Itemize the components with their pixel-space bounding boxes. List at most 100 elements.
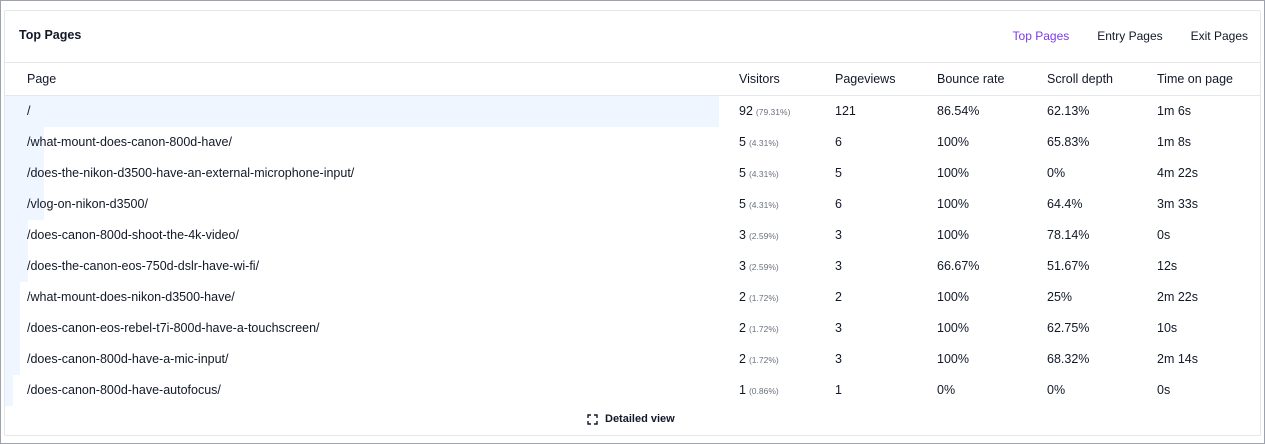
visitors-count: 92 — [739, 104, 753, 118]
visitors-cell: 2 (1.72%) — [739, 321, 779, 335]
bounce-rate-cell: 0% — [937, 383, 956, 397]
visitors-cell: 5 (4.31%) — [739, 166, 779, 180]
column-header-time-on-page[interactable]: Time on page — [1157, 72, 1233, 86]
visitors-cell: 2 (1.72%) — [739, 290, 779, 304]
panel-header: Top Pages Top Pages Entry Pages Exit Pag… — [5, 11, 1260, 63]
visitors-cell: 1 (0.86%) — [739, 383, 779, 397]
pageviews-cell: 3 — [835, 259, 842, 273]
bounce-rate-cell: 100% — [937, 135, 969, 149]
detailed-view-label: Detailed view — [605, 413, 675, 425]
scroll-depth-cell: 0% — [1047, 383, 1066, 397]
scroll-depth-cell: 62.13% — [1047, 104, 1090, 118]
visitors-count: 5 — [739, 197, 746, 211]
page-link[interactable]: / — [27, 104, 30, 118]
visitors-count: 2 — [739, 290, 746, 304]
tab-entry-pages[interactable]: Entry Pages — [1097, 29, 1162, 43]
bounce-rate-cell: 100% — [937, 228, 969, 242]
bounce-rate-cell: 100% — [937, 321, 969, 335]
visitors-percent: (0.86%) — [748, 386, 779, 396]
detailed-view-button[interactable]: Detailed view — [587, 413, 675, 425]
pageviews-cell: 5 — [835, 166, 842, 180]
table-row[interactable]: / 92 (79.31%) 121 86.54% 62.13% 1m 6s — [5, 96, 1260, 127]
time-on-page-cell: 0s — [1157, 383, 1171, 397]
visitors-percent: (4.31%) — [748, 138, 779, 148]
panel-title: Top Pages — [19, 28, 82, 42]
page-link[interactable]: /does-canon-800d-shoot-the-4k-video/ — [27, 228, 239, 242]
page-link[interactable]: /does-canon-800d-have-a-mic-input/ — [27, 352, 229, 366]
pageviews-cell: 6 — [835, 135, 842, 149]
bounce-rate-cell: 66.67% — [937, 259, 980, 273]
expand-icon — [587, 413, 598, 425]
visitors-cell: 92 (79.31%) — [739, 104, 790, 118]
visitor-share-bar — [5, 251, 28, 282]
column-header-scroll-depth[interactable]: Scroll depth — [1047, 72, 1113, 86]
column-header-pageviews[interactable]: Pageviews — [835, 72, 895, 86]
column-header-visitors[interactable]: Visitors — [739, 72, 780, 86]
pageviews-cell: 6 — [835, 197, 842, 211]
pageviews-cell: 1 — [835, 383, 842, 397]
page-link[interactable]: /what-mount-does-nikon-d3500-have/ — [27, 290, 235, 304]
visitors-percent: (1.72%) — [748, 324, 779, 334]
scroll-depth-cell: 0% — [1047, 166, 1066, 180]
visitors-percent: (2.59%) — [748, 262, 779, 272]
time-on-page-cell: 4m 22s — [1157, 166, 1198, 180]
bounce-rate-cell: 86.54% — [937, 104, 980, 118]
table-row[interactable]: /what-mount-does-canon-800d-have/5 (4.31%… — [5, 127, 1260, 158]
scroll-depth-cell: 51.67% — [1047, 259, 1090, 273]
visitors-percent: (4.31%) — [748, 169, 779, 179]
time-on-page-cell: 0s — [1157, 228, 1171, 242]
visitors-cell: 5 (4.31%) — [739, 135, 779, 149]
table-row[interactable]: /does-canon-eos-rebel-t7i-800d-have-a-to… — [5, 313, 1260, 344]
top-pages-panel: Top Pages Top Pages Entry Pages Exit Pag… — [4, 10, 1261, 436]
visitors-percent: (2.59%) — [748, 231, 779, 241]
visitors-count: 3 — [739, 259, 746, 273]
time-on-page-cell: 3m 33s — [1157, 197, 1198, 211]
visitors-cell: 5 (4.31%) — [739, 197, 779, 211]
time-on-page-cell: 2m 14s — [1157, 352, 1198, 366]
table-row[interactable]: /does-canon-800d-have-autofocus/1 (0.86%)… — [5, 375, 1260, 406]
visitors-cell: 2 (1.72%) — [739, 352, 779, 366]
visitors-count: 1 — [739, 383, 746, 397]
table-body: /92 (79.31%) 121 86.54% 62.13% 1m 6s/what-mou… — [5, 96, 1260, 406]
tab-top-pages[interactable]: Top Pages — [1013, 29, 1070, 43]
visitor-share-bar — [5, 344, 20, 375]
pageviews-cell: 121 — [835, 104, 856, 118]
page-link[interactable]: /what-mount-does-canon-800d-have/ — [27, 135, 232, 149]
visitor-share-bar — [5, 313, 20, 344]
time-on-page-cell: 1m 6s — [1157, 104, 1192, 118]
page-link[interactable]: /does-canon-eos-rebel-t7i-800d-have-a-to… — [27, 321, 320, 335]
visitor-share-bar — [5, 96, 719, 127]
column-header-bounce-rate[interactable]: Bounce rate — [937, 72, 1004, 86]
table-row[interactable]: /vlog-on-nikon-d3500/5 (4.31%) 6 100% 64.4% 3… — [5, 189, 1260, 220]
scroll-depth-cell: 68.32% — [1047, 352, 1090, 366]
tab-exit-pages[interactable]: Exit Pages — [1191, 29, 1248, 43]
page-link[interactable]: /does-the-canon-eos-750d-dslr-have-wi-fi… — [27, 259, 259, 273]
table-row[interactable]: /does-the-canon-eos-750d-dslr-have-wi-fi… — [5, 251, 1260, 282]
time-on-page-cell: 12s — [1157, 259, 1178, 273]
bounce-rate-cell: 100% — [937, 166, 969, 180]
scroll-depth-cell: 25% — [1047, 290, 1073, 304]
table-row[interactable]: /does-canon-800d-shoot-the-4k-video/3 (2.… — [5, 220, 1260, 251]
page-link[interactable]: /does-the-nikon-d3500-have-an-external-m… — [27, 166, 354, 180]
table-row[interactable]: /does-the-nikon-d3500-have-an-external-m… — [5, 158, 1260, 189]
column-header-page[interactable]: Page — [27, 72, 56, 86]
panel-tabs: Top Pages Entry Pages Exit Pages — [1013, 29, 1248, 43]
table-row[interactable]: /what-mount-does-nikon-d3500-have/2 (1.72… — [5, 282, 1260, 313]
time-on-page-cell: 2m 22s — [1157, 290, 1198, 304]
visitors-count: 2 — [739, 352, 746, 366]
page-link[interactable]: /vlog-on-nikon-d3500/ — [27, 197, 148, 211]
visitors-cell: 3 (2.59%) — [739, 259, 779, 273]
visitor-share-bar — [5, 282, 20, 313]
table-row[interactable]: /does-canon-800d-have-a-mic-input/2 (1.72… — [5, 344, 1260, 375]
scroll-depth-cell: 62.75% — [1047, 321, 1090, 335]
visitors-percent: (1.72%) — [748, 293, 779, 303]
visitors-count: 3 — [739, 228, 746, 242]
page-link[interactable]: /does-canon-800d-have-autofocus/ — [27, 383, 221, 397]
visitors-percent: (4.31%) — [748, 200, 779, 210]
time-on-page-cell: 1m 8s — [1157, 135, 1192, 149]
visitors-cell: 3 (2.59%) — [739, 228, 779, 242]
pageviews-cell: 3 — [835, 321, 842, 335]
visitors-count: 2 — [739, 321, 746, 335]
scroll-depth-cell: 65.83% — [1047, 135, 1090, 149]
visitor-share-bar — [5, 220, 28, 251]
